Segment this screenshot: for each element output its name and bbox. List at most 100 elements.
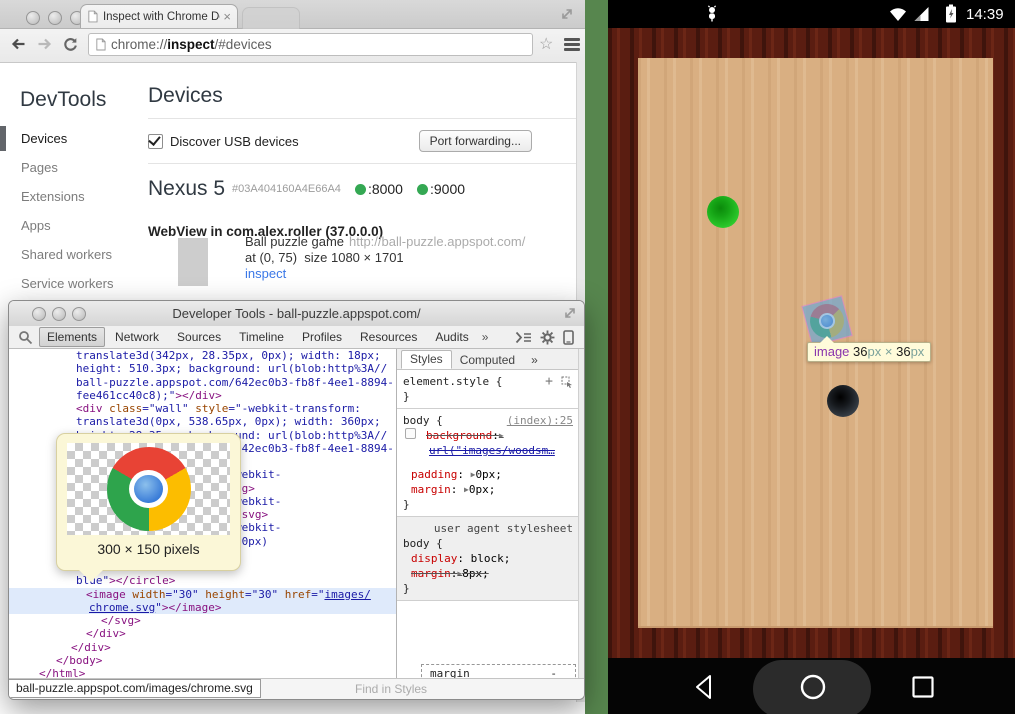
- divider: [148, 163, 577, 164]
- code-line[interactable]: chrome.svg"></image>: [9, 601, 396, 614]
- devtools-close-button[interactable]: [32, 307, 46, 321]
- game-play-field[interactable]: image 36px × 36px: [638, 58, 993, 628]
- devtools-minimize-button[interactable]: [52, 307, 66, 321]
- stylesheet-source-link[interactable]: (index):25: [507, 413, 573, 428]
- inspect-element-icon[interactable]: [561, 376, 573, 388]
- port-status-dot: [355, 184, 366, 195]
- tab-styles[interactable]: Styles: [401, 350, 452, 369]
- css-property[interactable]: margin:▶8px;: [403, 566, 573, 581]
- code-line[interactable]: ball-puzzle.appspot.com/642ec0b3-fb8f-4e…: [9, 376, 396, 389]
- code-line[interactable]: </div>: [9, 627, 396, 640]
- code-line[interactable]: </body>: [9, 654, 396, 667]
- tab-profiles[interactable]: Profiles: [294, 327, 350, 347]
- tab-timeline[interactable]: Timeline: [231, 327, 292, 347]
- find-in-styles-input[interactable]: Find in Styles: [355, 682, 427, 696]
- port-forwarding-button[interactable]: Port forwarding...: [419, 130, 532, 152]
- tab-audits[interactable]: Audits: [427, 327, 476, 347]
- element-dimensions-tooltip: image 36px × 36px: [807, 342, 931, 362]
- code-line[interactable]: </div>: [9, 641, 396, 654]
- forward-button[interactable]: [32, 32, 56, 56]
- css-property[interactable]: url("images/woodsm…: [403, 443, 573, 458]
- code-line[interactable]: </svg>: [9, 614, 396, 627]
- recents-button[interactable]: [912, 676, 934, 698]
- new-style-rule-plus-icon[interactable]: +: [545, 374, 553, 389]
- inspect-main: Devices Discover USB devices Port forwar…: [148, 84, 577, 239]
- window-resize-icon[interactable]: [563, 306, 577, 320]
- webview-thumbnail: [178, 238, 208, 286]
- bookmark-star-icon[interactable]: ☆: [539, 34, 553, 54]
- dark-ball[interactable]: [827, 385, 859, 417]
- tab-close-icon[interactable]: ×: [223, 12, 231, 22]
- image-preview-tooltip: 300 × 150 pixels: [56, 433, 241, 571]
- android-navbar: [608, 658, 1015, 714]
- home-button[interactable]: [800, 674, 826, 700]
- page-title: Devices: [148, 84, 577, 108]
- sidebar-item-shared-workers[interactable]: Shared workers: [0, 240, 140, 269]
- inspect-sidebar-title: DevTools: [20, 88, 106, 112]
- code-segment-t: </div>: [86, 627, 126, 640]
- styles-overflow-chevron[interactable]: »: [523, 352, 546, 369]
- inspect-link[interactable]: inspect: [245, 266, 286, 281]
- code-line[interactable]: translate3d(342px, 28.35px, 0px); width:…: [9, 349, 396, 362]
- css-property[interactable]: margin: ▶0px;: [403, 482, 573, 497]
- css-property[interactable]: display: block;: [403, 551, 573, 566]
- window-resize-icon[interactable]: [560, 7, 574, 21]
- page-favicon-icon: [87, 10, 98, 23]
- code-line[interactable]: height: 510.3px; background: url(blob:ht…: [9, 362, 396, 375]
- code-segment-a: style: [195, 402, 228, 415]
- tooltip-height: 36: [896, 344, 910, 359]
- code-segment-v: ="30": [165, 588, 205, 601]
- devtools-zoom-button[interactable]: [72, 307, 86, 321]
- sidebar-item-extensions[interactable]: Extensions: [0, 182, 140, 211]
- sidebar-item-apps[interactable]: Apps: [0, 211, 140, 240]
- console-drawer-icon[interactable]: [515, 331, 532, 344]
- sidebar-item-pages[interactable]: Pages: [0, 153, 140, 182]
- tab-sources[interactable]: Sources: [169, 327, 229, 347]
- back-button[interactable]: [692, 674, 716, 700]
- styles-scrollbar[interactable]: [578, 349, 585, 681]
- code-segment-l: images/: [324, 588, 370, 601]
- discover-usb-label: Discover USB devices: [170, 134, 299, 149]
- sidebar-item-service-workers[interactable]: Service workers: [0, 269, 140, 298]
- code-segment-v: translate3d(342px, 28.35px, 0px); width:…: [76, 349, 381, 362]
- tab-elements[interactable]: Elements: [39, 327, 105, 347]
- tab-resources[interactable]: Resources: [352, 327, 425, 347]
- browser-menu-icon[interactable]: [564, 38, 580, 53]
- code-segment-k: 8px;: [462, 567, 489, 580]
- css-property[interactable]: padding: ▶0px;: [403, 467, 573, 482]
- green-ball[interactable]: [707, 196, 739, 228]
- browser-tab[interactable]: Inspect with Chrome Devel ×: [80, 4, 238, 28]
- code-line[interactable]: <image width="30" height="30" href="imag…: [9, 588, 396, 601]
- code-line[interactable]: blue"></circle>: [9, 574, 396, 587]
- tab-network[interactable]: Network: [107, 327, 167, 347]
- window-minimize-button[interactable]: [48, 11, 62, 25]
- css-property[interactable]: background:▶: [403, 428, 573, 443]
- code-segment-v: ="wall": [142, 402, 195, 415]
- back-button[interactable]: [6, 32, 30, 56]
- image-preview-caption: 300 × 150 pixels: [57, 541, 240, 557]
- tab-overflow-chevron[interactable]: »: [482, 330, 489, 344]
- reload-button[interactable]: [58, 32, 82, 56]
- search-icon[interactable]: [18, 330, 33, 345]
- window-close-button[interactable]: [26, 11, 40, 25]
- property-checkbox[interactable]: [405, 428, 416, 439]
- tooltip-tag-name: image: [814, 344, 849, 359]
- port-badge: :8000: [355, 181, 403, 197]
- code-segment-k: 0px;: [475, 468, 502, 481]
- discover-usb-checkbox[interactable]: [148, 134, 163, 149]
- code-line[interactable]: translate3d(0px, 538.65px, 0px); width: …: [9, 415, 396, 428]
- wifi-icon: [888, 6, 908, 22]
- webview-page-size: size 1080 × 1701: [304, 250, 403, 265]
- device-mode-icon[interactable]: [563, 330, 574, 345]
- new-tab-button[interactable]: [242, 7, 300, 29]
- address-bar[interactable]: chrome://inspect/#devices: [88, 33, 533, 56]
- cell-signal-icon: [913, 6, 930, 22]
- ua-body-selector[interactable]: body {: [403, 536, 573, 551]
- code-line[interactable]: <div class="wall" style="-webkit-transfo…: [9, 402, 396, 415]
- devtools-window: Developer Tools - ball-puzzle.appspot.co…: [8, 300, 585, 700]
- settings-gear-icon[interactable]: [540, 330, 555, 345]
- sidebar-item-devices[interactable]: Devices: [0, 124, 140, 153]
- code-line[interactable]: fee461cc40c8);"></div>: [9, 389, 396, 402]
- webview-page-url: http://ball-puzzle.appspot.com/: [349, 234, 525, 249]
- tab-computed[interactable]: Computed: [452, 352, 523, 369]
